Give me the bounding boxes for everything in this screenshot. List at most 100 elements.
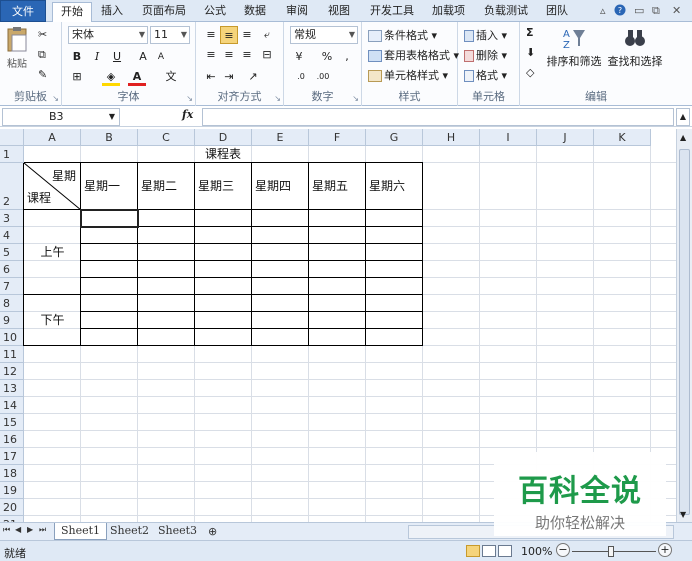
insert-sheet-icon[interactable]: ⊕ [208, 525, 217, 538]
insert-function-button[interactable]: fx [182, 108, 193, 121]
expand-formula-bar-icon[interactable]: ▲ [676, 108, 690, 126]
tab-developer[interactable]: 开发工具 [362, 2, 422, 22]
tab-insert[interactable]: 插入 [93, 2, 131, 22]
cut-icon[interactable]: ✂ [38, 28, 47, 41]
tab-view[interactable]: 视图 [320, 2, 358, 22]
column-header[interactable]: H [423, 129, 480, 146]
column-header[interactable]: G [366, 129, 423, 146]
fill-icon[interactable]: ⬇ [526, 46, 535, 59]
align-top-icon[interactable]: ≡ [202, 26, 220, 44]
autosum-button[interactable]: Σ [526, 26, 534, 39]
number-format-combo[interactable]: 常规 ▼ [290, 26, 358, 44]
underline-button[interactable]: U [108, 48, 126, 66]
delete-cells-button[interactable]: 删除 ▾ [464, 47, 507, 63]
tab-page-layout[interactable]: 页面布局 [134, 2, 194, 22]
wrap-text-icon[interactable]: ⤶ [258, 26, 276, 44]
row-header[interactable]: 10 [0, 329, 24, 346]
orientation-icon[interactable]: ↗ [244, 68, 262, 86]
row-header[interactable]: 15 [0, 414, 24, 431]
next-sheet-icon[interactable]: ▶ [27, 525, 33, 534]
formula-input[interactable] [202, 108, 674, 126]
align-right-icon[interactable]: ≡ [238, 46, 256, 64]
tab-review[interactable]: 审阅 [278, 2, 316, 22]
window-restore-icon[interactable]: ⧉ [652, 4, 660, 18]
grow-font-button[interactable]: A [134, 48, 152, 66]
borders-icon[interactable]: ⊞ [68, 68, 86, 86]
increase-decimal-icon[interactable]: .0 [292, 68, 310, 86]
row-header[interactable]: 2 [0, 163, 24, 210]
row-header[interactable]: 9 [0, 312, 24, 329]
scroll-up-icon[interactable]: ▲ [680, 133, 686, 142]
tab-load-test[interactable]: 负载测试 [476, 2, 536, 22]
last-sheet-icon[interactable]: ⏭ [39, 525, 46, 535]
merge-center-icon[interactable]: ⊟ [258, 46, 276, 64]
column-header[interactable]: I [480, 129, 537, 146]
phonetic-icon[interactable]: 文 [162, 68, 180, 86]
row-header[interactable]: 5 [0, 244, 24, 261]
zoom-out-icon[interactable]: − [556, 543, 570, 557]
row-header[interactable]: 6 [0, 261, 24, 278]
sheet-tab-sheet1[interactable]: Sheet1 [54, 523, 108, 540]
column-header[interactable]: A [24, 129, 81, 146]
ribbon-minimize-icon[interactable]: ▵ [600, 4, 606, 17]
alignment-launcher-icon[interactable]: ↘ [274, 94, 281, 103]
column-header[interactable]: B [81, 129, 138, 146]
decrease-decimal-icon[interactable]: .00 [314, 68, 332, 86]
name-box[interactable]: B3 ▼ [2, 108, 120, 126]
find-select-button[interactable]: 查找和选择 [606, 26, 664, 69]
comma-button[interactable]: , [338, 48, 356, 66]
zoom-in-icon[interactable]: + [658, 543, 672, 557]
row-header[interactable]: 4 [0, 227, 24, 244]
normal-view-icon[interactable] [466, 545, 480, 557]
align-bottom-icon[interactable]: ≡ [238, 26, 256, 44]
sheet-tab-sheet2[interactable]: Sheet2 [104, 523, 155, 540]
column-header[interactable]: E [252, 129, 309, 146]
window-close-icon[interactable]: ✕ [672, 4, 681, 17]
align-middle-icon[interactable]: ≡ [220, 26, 238, 44]
bold-button[interactable]: B [68, 48, 86, 66]
clear-icon[interactable]: ◇ [526, 66, 534, 79]
font-name-combo[interactable]: 宋体 ▼ [68, 26, 148, 44]
row-header[interactable]: 7 [0, 278, 24, 295]
format-as-table-button[interactable]: 套用表格格式 ▾ [368, 47, 459, 63]
zoom-level[interactable]: 100% [521, 545, 552, 558]
help-icon[interactable]: ? [614, 4, 626, 19]
copy-icon[interactable]: ⧉ [38, 48, 46, 62]
scroll-down-icon[interactable]: ▼ [680, 510, 686, 519]
tab-addins[interactable]: 加载项 [424, 2, 473, 22]
window-minimize-icon[interactable]: ▭ [634, 4, 644, 17]
tab-data[interactable]: 数据 [236, 2, 274, 22]
font-color-icon[interactable]: A [128, 68, 146, 86]
column-header[interactable]: F [309, 129, 366, 146]
paste-button[interactable]: 粘贴 [4, 26, 30, 70]
clipboard-launcher-icon[interactable]: ↘ [52, 94, 59, 103]
increase-indent-icon[interactable]: ⇥ [220, 68, 238, 86]
column-header[interactable]: K [594, 129, 651, 146]
decrease-indent-icon[interactable]: ⇤ [202, 68, 220, 86]
percent-button[interactable]: % [318, 48, 336, 66]
row-header[interactable]: 8 [0, 295, 24, 312]
zoom-slider-thumb[interactable] [608, 546, 614, 557]
first-sheet-icon[interactable]: ⏮ [3, 525, 10, 535]
currency-icon[interactable]: ¥ [290, 48, 308, 66]
row-header[interactable]: 20 [0, 499, 24, 516]
fill-color-icon[interactable]: ◈ [102, 68, 120, 86]
align-center-icon[interactable]: ≡ [220, 46, 238, 64]
font-size-combo[interactable]: 11 ▼ [150, 26, 190, 44]
tab-home[interactable]: 开始 [52, 2, 92, 23]
italic-button[interactable]: I [88, 48, 106, 66]
number-launcher-icon[interactable]: ↘ [352, 94, 359, 103]
column-header[interactable]: C [138, 129, 195, 146]
format-painter-icon[interactable]: ✎ [38, 68, 47, 81]
tab-formulas[interactable]: 公式 [196, 2, 234, 22]
sort-filter-button[interactable]: AZ 排序和筛选 [546, 26, 602, 69]
format-cells-button[interactable]: 格式 ▾ [464, 67, 507, 83]
row-header[interactable]: 3 [0, 210, 24, 227]
column-header[interactable]: D [195, 129, 252, 146]
cell-styles-button[interactable]: 单元格样式 ▾ [368, 67, 448, 83]
align-left-icon[interactable]: ≡ [202, 46, 220, 64]
row-header[interactable]: 12 [0, 363, 24, 380]
page-layout-view-icon[interactable] [482, 545, 496, 557]
tab-file[interactable]: 文件 [0, 0, 46, 22]
row-header[interactable]: 18 [0, 465, 24, 482]
